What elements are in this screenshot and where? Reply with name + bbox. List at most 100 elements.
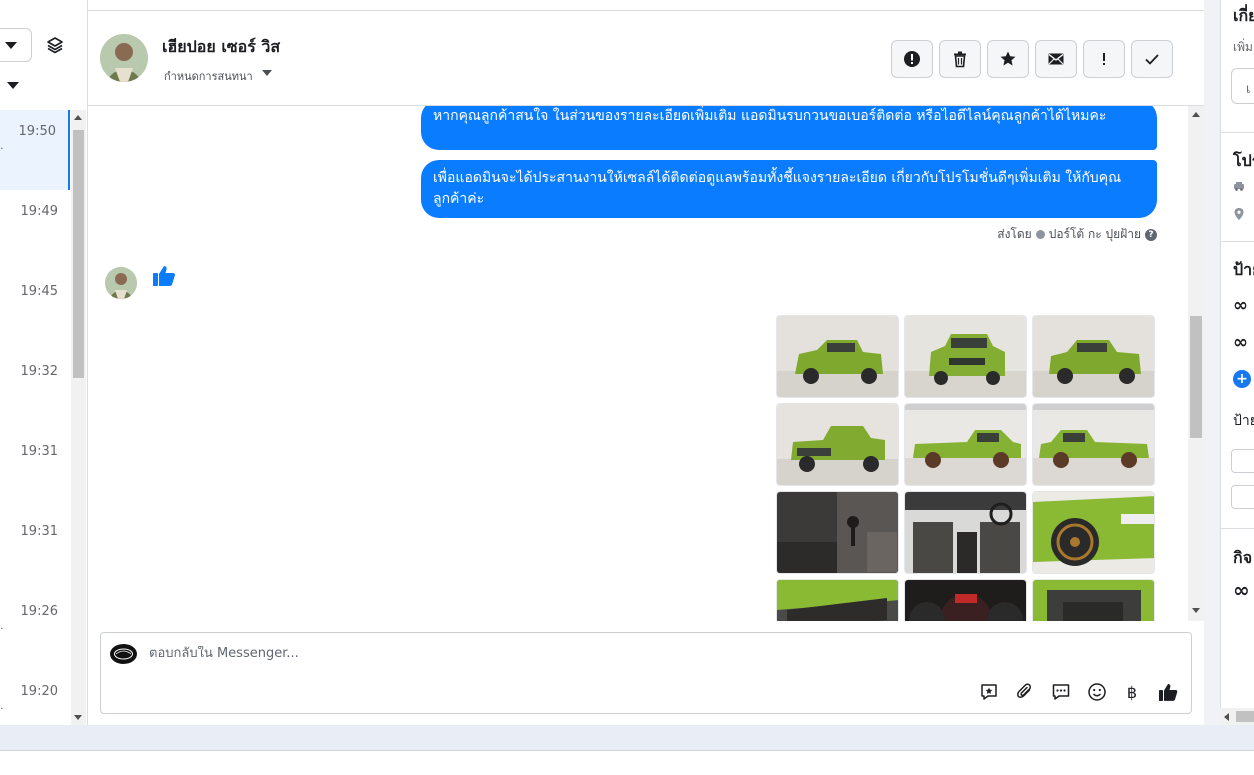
conversation-item[interactable]: 19:20 · (0, 670, 70, 725)
message-scrollbar[interactable] (1188, 106, 1204, 621)
filter-dropdown[interactable] (0, 28, 32, 62)
infinity-icon: ∞ (1233, 578, 1250, 602)
car-photo[interactable] (904, 579, 1027, 621)
assign-conversation-label[interactable]: กำหนดการสนทนา (164, 67, 253, 85)
conversation-item[interactable]: 19:32 (0, 350, 70, 430)
conversation-item[interactable]: 19:50 · (0, 110, 70, 190)
chat-header: เฮียปอย เซอร์ วิส กำหนดการสนทนา (88, 11, 1204, 106)
scroll-down-icon[interactable] (74, 715, 82, 720)
layers-icon[interactable] (45, 35, 65, 55)
section-heading: โปร (1233, 151, 1254, 170)
attach-button[interactable] (1014, 681, 1036, 703)
conversation-item[interactable]: 19:31 (0, 510, 70, 590)
message-bubble: เพื่อแอดมินจะได้ประสานงานให้เซลล์ได้ติดต… (421, 160, 1157, 218)
emoji-button[interactable] (1086, 681, 1108, 703)
thumbs-up-icon (153, 266, 175, 286)
more-icon: · (0, 702, 4, 715)
car-photo[interactable] (1032, 403, 1155, 486)
car-photo[interactable] (776, 315, 899, 398)
star-icon (1000, 51, 1016, 66)
quick-reply-button[interactable] (1050, 681, 1072, 703)
scroll-up-icon[interactable] (74, 115, 82, 120)
conversation-scrollbar[interactable] (71, 110, 86, 725)
conversation-item[interactable]: 19:49 (0, 190, 70, 270)
conversation-time: 19:31 (20, 524, 58, 539)
conversation-item[interactable]: 19:45 (0, 270, 70, 350)
saved-reply-icon (981, 684, 997, 700)
avatar[interactable] (100, 34, 148, 82)
section-subtext: เพิ่ม (1233, 40, 1253, 54)
car-photo[interactable] (776, 491, 899, 574)
car-photo[interactable] (776, 403, 899, 486)
mark-done-button[interactable] (1131, 40, 1173, 78)
conversation-time: 19:45 (20, 284, 58, 299)
car-photo[interactable] (776, 579, 899, 621)
scroll-down-icon[interactable] (1192, 608, 1200, 613)
sent-by-label: ส่งโดย ปอร์โต้ กะ ปุยฝ้าย ? (997, 225, 1157, 244)
saved-reply-button[interactable] (978, 681, 1000, 703)
section-heading: กิจ (1233, 548, 1253, 567)
tag-input[interactable] (1231, 449, 1254, 473)
message-input[interactable] (149, 646, 949, 661)
status-dot-icon (1035, 230, 1045, 239)
divider (1221, 241, 1254, 242)
panel-horizontal-scrollbar[interactable] (1220, 708, 1254, 725)
page-footer-band (0, 725, 1254, 750)
help-icon[interactable]: ? (1145, 228, 1157, 241)
contact-details-panel: เกี่ย เพิ่ม เ โปร ป้าย ∞ ∞ + ป้าย กิจ ∞ (1220, 0, 1254, 725)
scroll-thumb[interactable] (1236, 711, 1254, 722)
sort-dropdown-icon[interactable] (7, 82, 19, 89)
baht-icon: ฿ (1126, 682, 1138, 702)
thumbs-up-icon (1159, 684, 1178, 701)
scroll-thumb[interactable] (1190, 316, 1202, 438)
section-heading: เกี่ย (1233, 6, 1254, 25)
car-photo[interactable] (904, 491, 1027, 574)
add-tag-icon[interactable]: + (1233, 370, 1251, 388)
paperclip-icon (1017, 683, 1031, 698)
divider (1221, 132, 1254, 133)
tag-input[interactable] (1231, 485, 1254, 509)
panel-gutter (1204, 0, 1220, 725)
scroll-up-icon[interactable] (1192, 112, 1200, 117)
divider (1221, 528, 1254, 529)
car-photo[interactable] (1032, 491, 1155, 574)
conversation-time: 19:26 (20, 604, 58, 619)
avatar (105, 267, 137, 299)
car-photo[interactable] (1032, 579, 1155, 621)
conversation-time: 19:31 (20, 444, 58, 459)
chat-bubble-icon (1052, 684, 1070, 700)
exclamation-icon (1103, 53, 1105, 65)
section-heading: ป้าย (1233, 260, 1254, 279)
page-avatar (110, 644, 137, 664)
send-like-button[interactable] (1157, 681, 1179, 703)
follow-up-button[interactable] (1083, 40, 1125, 78)
car-photo[interactable] (904, 315, 1027, 398)
infinity-icon: ∞ (1233, 332, 1248, 353)
star-button[interactable] (987, 40, 1029, 78)
location-icon (1234, 208, 1244, 220)
details-input[interactable]: เ (1231, 68, 1254, 104)
message-bubble: หากคุณลูกค้าสนใจ ในส่วนของรายละเอียดเพิ่… (421, 106, 1157, 150)
spam-button[interactable] (891, 40, 933, 78)
check-icon (1145, 54, 1159, 65)
contact-name: เฮียปอย เซอร์ วิส (162, 37, 281, 56)
conversation-time: 19:20 (20, 684, 58, 699)
conversation-item[interactable]: 19:26 · (0, 590, 70, 670)
smiley-icon (1088, 683, 1106, 701)
conversation-time: 19:49 (20, 204, 58, 219)
input-text-fragment: เ (1246, 82, 1251, 97)
conversation-item[interactable]: 19:31 (0, 430, 70, 510)
car-photo[interactable] (904, 403, 1027, 486)
infinity-icon: ∞ (1233, 295, 1248, 316)
payment-button[interactable]: ฿ (1121, 681, 1143, 703)
car-photo[interactable] (1032, 315, 1155, 398)
conversation-time: 19:32 (20, 364, 58, 379)
chevron-down-icon[interactable] (262, 70, 272, 76)
tag-label: ป้าย (1233, 413, 1254, 429)
mark-unread-button[interactable] (1035, 40, 1077, 78)
scroll-left-icon[interactable] (1224, 713, 1229, 721)
scroll-thumb[interactable] (73, 130, 84, 378)
conversation-list: 19:50 · 19:49 19:45 19:32 19:31 19:31 19… (0, 0, 88, 725)
delete-button[interactable] (939, 40, 981, 78)
car-icon (1234, 182, 1244, 191)
